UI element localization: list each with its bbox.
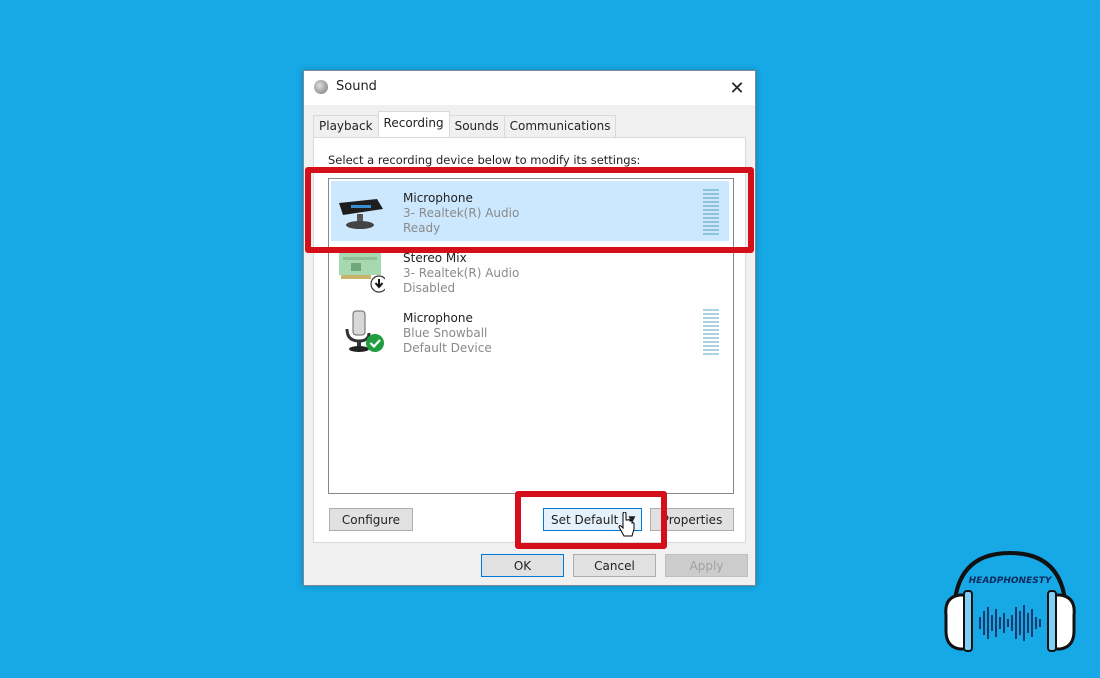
device-item-microphone-snowball[interactable]: Microphone Blue Snowball Default Device	[331, 301, 729, 361]
device-driver: 3- Realtek(R) Audio	[403, 266, 520, 280]
device-name: Microphone	[403, 311, 473, 325]
properties-label: Properties	[661, 512, 723, 527]
tab-bar: Playback Recording Sounds Communications	[313, 111, 617, 137]
tab-playback[interactable]: Playback	[313, 115, 379, 137]
device-status: Disabled	[403, 281, 456, 295]
device-name: Stereo Mix	[403, 251, 467, 265]
level-meter	[703, 309, 719, 355]
device-driver: Blue Snowball	[403, 326, 488, 340]
logo-brand-text: HEADPHONESTY	[969, 576, 1053, 586]
instruction-text: Select a recording device below to modif…	[328, 153, 641, 167]
green-check-icon	[366, 334, 384, 352]
apply-button[interactable]: Apply	[665, 554, 748, 577]
hand-cursor-icon	[618, 512, 635, 537]
headphonesty-logo: HEADPHONESTY	[944, 550, 1076, 652]
ok-button[interactable]: OK	[481, 554, 564, 577]
usb-microphone-icon	[345, 310, 384, 352]
highlight-set-default	[515, 491, 667, 549]
tab-recording[interactable]: Recording	[377, 111, 450, 137]
speaker-icon	[314, 80, 328, 94]
device-status: Default Device	[403, 341, 492, 355]
cancel-button[interactable]: Cancel	[573, 554, 656, 577]
close-button[interactable]: ✕	[719, 71, 755, 105]
tab-sounds[interactable]: Sounds	[448, 115, 505, 137]
tab-communications[interactable]: Communications	[503, 115, 617, 137]
configure-button[interactable]: Configure	[329, 508, 413, 531]
title-bar[interactable]: Sound ✕	[304, 71, 755, 105]
window-title: Sound	[336, 79, 377, 94]
sound-card-icon	[339, 253, 385, 293]
highlight-selected-device	[305, 167, 754, 253]
close-icon: ✕	[729, 77, 745, 99]
